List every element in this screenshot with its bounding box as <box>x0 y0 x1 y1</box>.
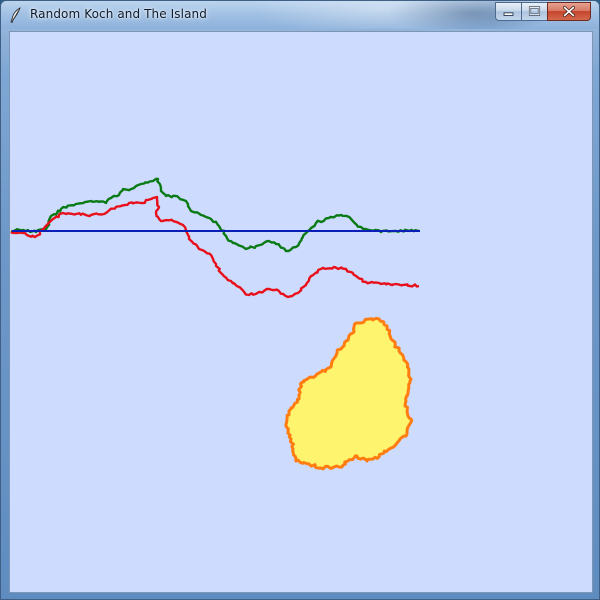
maximize-icon <box>528 6 541 16</box>
feather-pen-icon <box>9 7 23 23</box>
window-controls <box>495 2 591 22</box>
close-button[interactable] <box>547 2 591 21</box>
minimize-button[interactable] <box>495 2 521 21</box>
minimize-icon <box>503 12 514 16</box>
drawing-canvas[interactable] <box>9 31 593 593</box>
koch-drawing <box>10 177 420 471</box>
window-title: Random Koch and The Island <box>30 7 207 21</box>
app-window: Random Koch and The Island <box>0 0 600 600</box>
maximize-button[interactable] <box>521 2 547 21</box>
red-koch-curve <box>10 195 420 299</box>
title-bar[interactable]: Random Koch and The Island <box>1 1 599 29</box>
island-shape <box>284 316 414 471</box>
close-icon <box>563 5 575 18</box>
